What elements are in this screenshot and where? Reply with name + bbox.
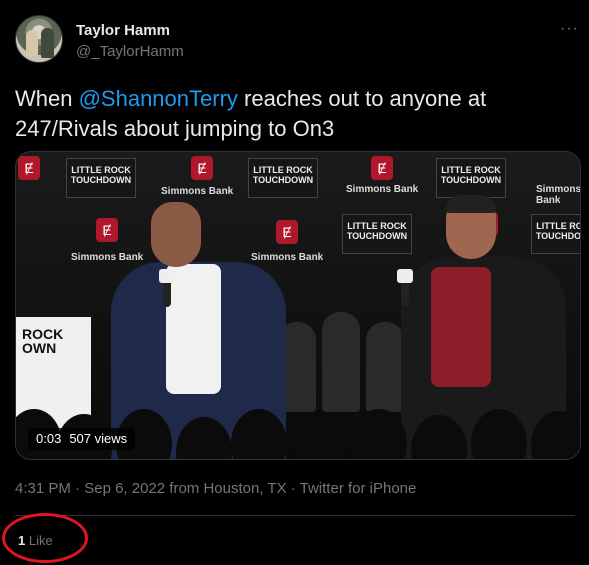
- club-logo-text: LITTLE ROCK: [347, 221, 407, 231]
- divider: [15, 515, 575, 516]
- club-emblem: Ɇ: [191, 156, 213, 180]
- speaker-shirt: [166, 264, 221, 394]
- display-name[interactable]: Taylor Hamm: [76, 22, 170, 39]
- tweet-date[interactable]: Sep 6, 2022: [84, 480, 165, 497]
- club-logo-text: LITTLE ROCK: [71, 165, 131, 175]
- avatar-figure: [26, 30, 38, 56]
- user-handle[interactable]: @_TaylorHamm: [76, 43, 184, 60]
- club-logo: LITTLE ROCK TOUCHDOWN: [436, 158, 506, 198]
- from-text: from: [165, 480, 204, 497]
- club-logo-text: LITTLE ROCK: [441, 165, 501, 175]
- microphone: [397, 269, 413, 307]
- annotation-circle: [2, 513, 88, 563]
- more-options-icon[interactable]: ···: [560, 20, 579, 38]
- separator: ·: [70, 480, 85, 497]
- club-logo-text: TOUCHDOWN: [252, 175, 314, 185]
- club-logo-text: TOUCHDOWN: [70, 175, 132, 185]
- bank-logo: Simmons Bank: [346, 184, 419, 195]
- mention-link[interactable]: @ShannonTerry: [79, 86, 238, 111]
- tweet-metadata: 4:31 PM · Sep 6, 2022 from Houston, TX ·…: [15, 480, 416, 497]
- microphone: [159, 269, 175, 307]
- video-view-count: 507 views: [69, 431, 128, 446]
- bank-logo: Simmons Bank: [161, 186, 234, 197]
- video-timestamp: 0:03: [36, 431, 62, 446]
- tweet-time[interactable]: 4:31 PM: [15, 480, 71, 497]
- tweet-text-prefix: When: [15, 86, 79, 111]
- club-logo-text: TOUCHDOWN: [440, 175, 502, 185]
- club-logo-text: LITTLE ROCK: [253, 165, 313, 175]
- club-emblem: Ɇ: [18, 156, 40, 180]
- video-time-views-badge: 0:03 507 views: [28, 428, 136, 450]
- tweet: Taylor Hamm @_TaylorHamm ··· When @Shann…: [0, 0, 589, 565]
- speaker-hair: [446, 195, 496, 213]
- speaker-shirt: [431, 267, 491, 387]
- tweet-text: When @ShannonTerry reaches out to anyone…: [15, 84, 575, 144]
- tweet-text-suffix: reaches out to anyone at: [237, 86, 487, 111]
- tweet-location[interactable]: Houston, TX: [203, 480, 286, 497]
- avatar[interactable]: [15, 15, 63, 63]
- tweet-client[interactable]: Twitter for iPhone: [300, 480, 417, 497]
- club-logo: LITTLE ROCK TOUCHDOWN: [248, 158, 318, 198]
- podium-text: ROCK OWN: [22, 326, 64, 356]
- avatar-figure: [41, 28, 54, 58]
- club-logo-text: TOUCHDOWN: [346, 231, 408, 241]
- video-player[interactable]: Ɇ LITTLE ROCK TOUCHDOWN Simmons Bank Ɇ L…: [15, 151, 581, 460]
- tweet-text-line2: 247/Rivals about jumping to On3: [15, 116, 335, 141]
- separator: ·: [286, 480, 300, 497]
- club-emblem: Ɇ: [371, 156, 393, 180]
- club-logo: LITTLE ROCK TOUCHDOWN: [66, 158, 136, 198]
- speaker-head: [151, 202, 201, 267]
